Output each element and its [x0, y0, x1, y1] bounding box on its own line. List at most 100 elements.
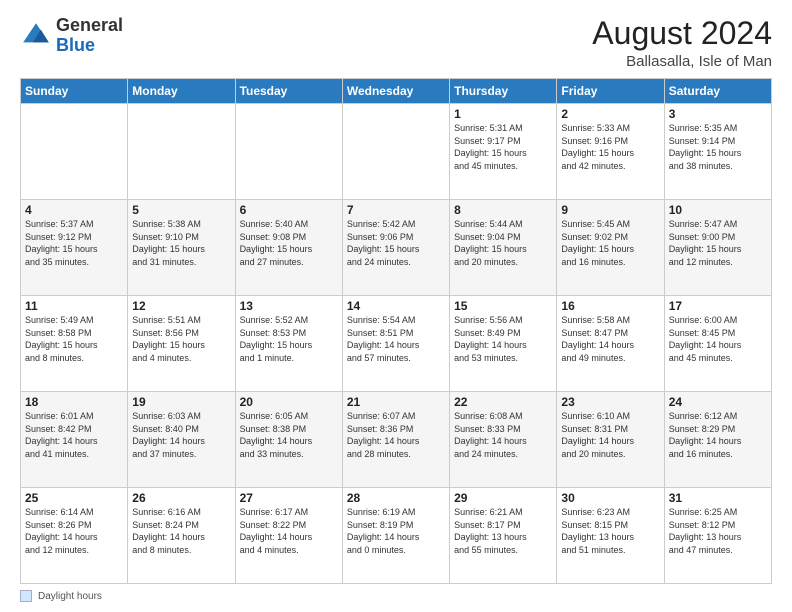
day-info: Sunrise: 5:56 AM Sunset: 8:49 PM Dayligh…: [454, 314, 552, 364]
day-number: 18: [25, 395, 123, 409]
calendar-week-4: 18Sunrise: 6:01 AM Sunset: 8:42 PM Dayli…: [21, 392, 772, 488]
day-info: Sunrise: 5:38 AM Sunset: 9:10 PM Dayligh…: [132, 218, 230, 268]
table-row: 2Sunrise: 5:33 AM Sunset: 9:16 PM Daylig…: [557, 104, 664, 200]
day-number: 7: [347, 203, 445, 217]
day-number: 1: [454, 107, 552, 121]
table-row: 10Sunrise: 5:47 AM Sunset: 9:00 PM Dayli…: [664, 200, 771, 296]
col-saturday: Saturday: [664, 79, 771, 104]
table-row: 17Sunrise: 6:00 AM Sunset: 8:45 PM Dayli…: [664, 296, 771, 392]
calendar-week-1: 1Sunrise: 5:31 AM Sunset: 9:17 PM Daylig…: [21, 104, 772, 200]
day-info: Sunrise: 6:01 AM Sunset: 8:42 PM Dayligh…: [25, 410, 123, 460]
day-info: Sunrise: 6:25 AM Sunset: 8:12 PM Dayligh…: [669, 506, 767, 556]
day-number: 14: [347, 299, 445, 313]
table-row: 6Sunrise: 5:40 AM Sunset: 9:08 PM Daylig…: [235, 200, 342, 296]
day-number: 15: [454, 299, 552, 313]
table-row: 24Sunrise: 6:12 AM Sunset: 8:29 PM Dayli…: [664, 392, 771, 488]
day-info: Sunrise: 6:07 AM Sunset: 8:36 PM Dayligh…: [347, 410, 445, 460]
table-row: 12Sunrise: 5:51 AM Sunset: 8:56 PM Dayli…: [128, 296, 235, 392]
day-info: Sunrise: 5:40 AM Sunset: 9:08 PM Dayligh…: [240, 218, 338, 268]
logo-general: General: [56, 15, 123, 35]
day-info: Sunrise: 5:49 AM Sunset: 8:58 PM Dayligh…: [25, 314, 123, 364]
table-row: 28Sunrise: 6:19 AM Sunset: 8:19 PM Dayli…: [342, 488, 449, 584]
day-number: 27: [240, 491, 338, 505]
day-info: Sunrise: 5:58 AM Sunset: 8:47 PM Dayligh…: [561, 314, 659, 364]
table-row: 3Sunrise: 5:35 AM Sunset: 9:14 PM Daylig…: [664, 104, 771, 200]
day-info: Sunrise: 6:23 AM Sunset: 8:15 PM Dayligh…: [561, 506, 659, 556]
table-row: 9Sunrise: 5:45 AM Sunset: 9:02 PM Daylig…: [557, 200, 664, 296]
table-row: 5Sunrise: 5:38 AM Sunset: 9:10 PM Daylig…: [128, 200, 235, 296]
logo: General Blue: [20, 16, 123, 56]
day-number: 2: [561, 107, 659, 121]
day-number: 28: [347, 491, 445, 505]
day-info: Sunrise: 6:10 AM Sunset: 8:31 PM Dayligh…: [561, 410, 659, 460]
footer: Daylight hours: [20, 590, 772, 602]
table-row: 18Sunrise: 6:01 AM Sunset: 8:42 PM Dayli…: [21, 392, 128, 488]
day-info: Sunrise: 6:14 AM Sunset: 8:26 PM Dayligh…: [25, 506, 123, 556]
day-number: 30: [561, 491, 659, 505]
day-number: 24: [669, 395, 767, 409]
day-number: 17: [669, 299, 767, 313]
title-block: August 2024 Ballasalla, Isle of Man: [592, 16, 772, 70]
table-row: 8Sunrise: 5:44 AM Sunset: 9:04 PM Daylig…: [450, 200, 557, 296]
day-info: Sunrise: 5:31 AM Sunset: 9:17 PM Dayligh…: [454, 122, 552, 172]
logo-blue: Blue: [56, 35, 95, 55]
day-info: Sunrise: 6:05 AM Sunset: 8:38 PM Dayligh…: [240, 410, 338, 460]
table-row: 16Sunrise: 5:58 AM Sunset: 8:47 PM Dayli…: [557, 296, 664, 392]
col-sunday: Sunday: [21, 79, 128, 104]
day-number: 25: [25, 491, 123, 505]
table-row: [21, 104, 128, 200]
day-number: 21: [347, 395, 445, 409]
day-info: Sunrise: 5:33 AM Sunset: 9:16 PM Dayligh…: [561, 122, 659, 172]
calendar-table: Sunday Monday Tuesday Wednesday Thursday…: [20, 78, 772, 584]
table-row: 19Sunrise: 6:03 AM Sunset: 8:40 PM Dayli…: [128, 392, 235, 488]
table-row: 22Sunrise: 6:08 AM Sunset: 8:33 PM Dayli…: [450, 392, 557, 488]
table-row: 4Sunrise: 5:37 AM Sunset: 9:12 PM Daylig…: [21, 200, 128, 296]
day-info: Sunrise: 6:16 AM Sunset: 8:24 PM Dayligh…: [132, 506, 230, 556]
day-number: 11: [25, 299, 123, 313]
day-info: Sunrise: 6:19 AM Sunset: 8:19 PM Dayligh…: [347, 506, 445, 556]
logo-icon: [20, 20, 52, 52]
table-row: 20Sunrise: 6:05 AM Sunset: 8:38 PM Dayli…: [235, 392, 342, 488]
calendar-week-2: 4Sunrise: 5:37 AM Sunset: 9:12 PM Daylig…: [21, 200, 772, 296]
day-number: 5: [132, 203, 230, 217]
day-number: 23: [561, 395, 659, 409]
day-info: Sunrise: 5:52 AM Sunset: 8:53 PM Dayligh…: [240, 314, 338, 364]
day-number: 9: [561, 203, 659, 217]
daylight-legend-box: [20, 590, 32, 602]
day-info: Sunrise: 6:12 AM Sunset: 8:29 PM Dayligh…: [669, 410, 767, 460]
day-info: Sunrise: 5:45 AM Sunset: 9:02 PM Dayligh…: [561, 218, 659, 268]
day-number: 26: [132, 491, 230, 505]
table-row: [342, 104, 449, 200]
location: Ballasalla, Isle of Man: [592, 53, 772, 70]
day-number: 29: [454, 491, 552, 505]
table-row: 27Sunrise: 6:17 AM Sunset: 8:22 PM Dayli…: [235, 488, 342, 584]
day-info: Sunrise: 5:51 AM Sunset: 8:56 PM Dayligh…: [132, 314, 230, 364]
day-number: 16: [561, 299, 659, 313]
day-number: 22: [454, 395, 552, 409]
day-number: 3: [669, 107, 767, 121]
page: General Blue August 2024 Ballasalla, Isl…: [0, 0, 792, 612]
calendar-week-3: 11Sunrise: 5:49 AM Sunset: 8:58 PM Dayli…: [21, 296, 772, 392]
table-row: 7Sunrise: 5:42 AM Sunset: 9:06 PM Daylig…: [342, 200, 449, 296]
table-row: 29Sunrise: 6:21 AM Sunset: 8:17 PM Dayli…: [450, 488, 557, 584]
table-row: [235, 104, 342, 200]
day-info: Sunrise: 5:54 AM Sunset: 8:51 PM Dayligh…: [347, 314, 445, 364]
day-info: Sunrise: 5:37 AM Sunset: 9:12 PM Dayligh…: [25, 218, 123, 268]
col-thursday: Thursday: [450, 79, 557, 104]
day-info: Sunrise: 6:08 AM Sunset: 8:33 PM Dayligh…: [454, 410, 552, 460]
day-number: 4: [25, 203, 123, 217]
table-row: 31Sunrise: 6:25 AM Sunset: 8:12 PM Dayli…: [664, 488, 771, 584]
day-info: Sunrise: 5:42 AM Sunset: 9:06 PM Dayligh…: [347, 218, 445, 268]
day-number: 12: [132, 299, 230, 313]
col-wednesday: Wednesday: [342, 79, 449, 104]
calendar-week-5: 25Sunrise: 6:14 AM Sunset: 8:26 PM Dayli…: [21, 488, 772, 584]
day-number: 20: [240, 395, 338, 409]
col-tuesday: Tuesday: [235, 79, 342, 104]
day-number: 6: [240, 203, 338, 217]
table-row: 11Sunrise: 5:49 AM Sunset: 8:58 PM Dayli…: [21, 296, 128, 392]
table-row: 13Sunrise: 5:52 AM Sunset: 8:53 PM Dayli…: [235, 296, 342, 392]
table-row: 15Sunrise: 5:56 AM Sunset: 8:49 PM Dayli…: [450, 296, 557, 392]
day-info: Sunrise: 5:35 AM Sunset: 9:14 PM Dayligh…: [669, 122, 767, 172]
month-year: August 2024: [592, 16, 772, 51]
day-info: Sunrise: 6:00 AM Sunset: 8:45 PM Dayligh…: [669, 314, 767, 364]
